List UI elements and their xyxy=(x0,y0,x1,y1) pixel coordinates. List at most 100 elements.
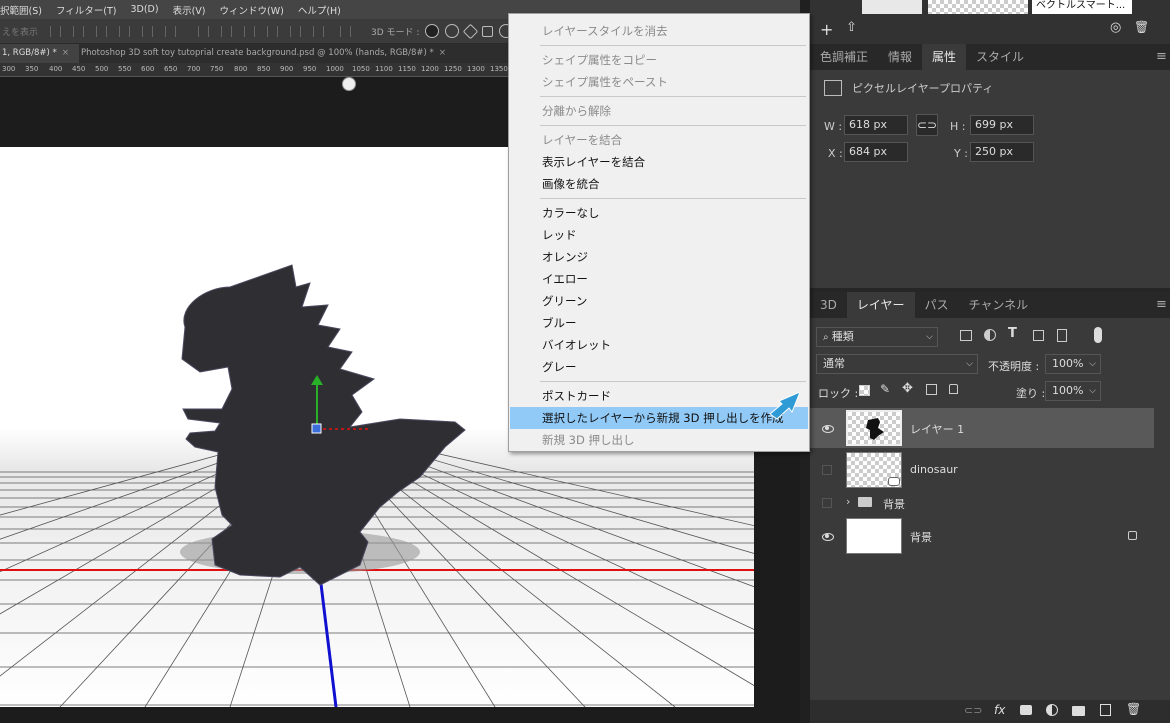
layer-name[interactable]: 背景 xyxy=(883,496,905,512)
lock-move-icon[interactable]: ✥ xyxy=(902,381,913,396)
distribute-center-icon[interactable] xyxy=(290,25,302,37)
menu-window[interactable]: ウィンドウ(W) xyxy=(220,3,284,17)
roll-3d-icon[interactable] xyxy=(445,24,460,38)
trash-icon[interactable]: 🗑 xyxy=(1126,702,1141,716)
filter-shape-icon[interactable] xyxy=(1033,330,1044,341)
layer-row[interactable]: dinosaur xyxy=(810,450,1154,490)
visibility-checkbox[interactable] xyxy=(822,498,832,508)
lock-all-icon[interactable] xyxy=(949,384,958,394)
new-layer-icon[interactable] xyxy=(1100,704,1111,716)
opacity-field[interactable]: 100% ⌵ xyxy=(1045,354,1101,374)
distribute-top-icon[interactable] xyxy=(198,25,210,37)
tab-layers[interactable]: レイヤー xyxy=(846,292,915,318)
filter-toggle[interactable] xyxy=(1094,327,1102,343)
slide-3d-icon[interactable] xyxy=(482,25,494,37)
close-icon[interactable]: × xyxy=(439,48,446,58)
blend-mode-select[interactable]: 通常 ⌵ xyxy=(816,354,978,374)
distribute-left-icon[interactable] xyxy=(267,25,279,37)
tab-3d[interactable]: 3D xyxy=(810,292,847,318)
new-group-icon[interactable] xyxy=(1072,706,1085,716)
align-left-icon[interactable] xyxy=(119,25,131,37)
layer-row-selected[interactable]: レイヤー 1 xyxy=(810,408,1154,448)
menu-item-clear-layer-style[interactable]: レイヤースタイルを消去 xyxy=(510,20,808,42)
menu-item-color-none[interactable]: カラーなし xyxy=(510,202,808,224)
menu-item-color-green[interactable]: グリーン xyxy=(510,290,808,312)
auto-align-icon[interactable] xyxy=(340,25,352,37)
menu-item-color-orange[interactable]: オレンジ xyxy=(510,246,808,268)
visibility-checkbox[interactable] xyxy=(822,465,832,475)
menu-3d[interactable]: 3D(D) xyxy=(130,4,158,15)
doc-tab-active[interactable]: 1, RGB/8#) * × xyxy=(0,44,79,63)
menu-select[interactable]: 択範囲(S) xyxy=(0,3,42,17)
align-middle-icon[interactable] xyxy=(73,25,85,37)
menu-item-color-gray[interactable]: グレー xyxy=(510,356,808,378)
align-bottom-icon[interactable] xyxy=(96,25,108,37)
close-icon[interactable]: × xyxy=(62,48,69,58)
layer-row[interactable]: 背景 xyxy=(810,516,1154,556)
menu-item-postcard[interactable]: ポストカード xyxy=(510,385,808,407)
tab-paths[interactable]: パス xyxy=(915,292,959,318)
x-field[interactable]: 684 px xyxy=(844,142,908,162)
distribute-right-icon[interactable] xyxy=(313,25,325,37)
menu-item-flatten-image[interactable]: 画像を統合 xyxy=(510,173,808,195)
tab-adjustments[interactable]: 色調補正 xyxy=(810,44,878,70)
align-center-icon[interactable] xyxy=(142,25,154,37)
layer-filter-select[interactable]: ⌕ 種類 ⌵ xyxy=(816,327,938,347)
tab-channels[interactable]: チャンネル xyxy=(959,292,1039,318)
creative-cloud-icon[interactable]: ◎ xyxy=(1110,20,1121,35)
library-thumb[interactable] xyxy=(862,0,922,14)
fill-field[interactable]: 100% ⌵ xyxy=(1045,381,1101,401)
adjustment-layer-icon[interactable] xyxy=(1046,704,1058,716)
menu-item-new-3d-extrusion-from-layer[interactable]: 選択したレイヤーから新規 3D 押し出しを作成 xyxy=(510,407,808,429)
y-field[interactable]: 250 px xyxy=(970,142,1034,162)
lock-brush-icon[interactable]: ✎ xyxy=(880,382,890,396)
eye-icon[interactable] xyxy=(822,533,834,541)
layer-name[interactable]: dinosaur xyxy=(910,463,958,476)
eye-icon[interactable] xyxy=(822,425,834,433)
align-top-icon[interactable] xyxy=(50,25,62,37)
filter-type-icon[interactable]: T xyxy=(1008,326,1017,341)
menu-item-color-yellow[interactable]: イエロー xyxy=(510,268,808,290)
menu-item-new-3d-extrusion[interactable]: 新規 3D 押し出し xyxy=(510,429,808,451)
distribute-bottom-icon[interactable] xyxy=(244,25,256,37)
width-field[interactable]: 618 px xyxy=(844,115,908,135)
library-thumb-vector[interactable]: ベクトルスマート... xyxy=(1032,0,1132,14)
height-field[interactable]: 699 px xyxy=(970,115,1034,135)
menu-item-paste-shape-attrs[interactable]: シェイプ属性をペースト xyxy=(510,71,808,93)
tab-styles[interactable]: スタイル xyxy=(966,44,1034,70)
show-transform-label[interactable]: えを表示 xyxy=(2,25,38,38)
lock-artboard-icon[interactable] xyxy=(926,384,937,395)
menu-help[interactable]: ヘルプ(H) xyxy=(298,3,341,17)
filter-pixel-icon[interactable] xyxy=(960,330,972,341)
menu-view[interactable]: 表示(V) xyxy=(173,3,206,17)
lock-transparency-icon[interactable] xyxy=(859,385,870,396)
menu-item-color-red[interactable]: レッド xyxy=(510,224,808,246)
upload-icon[interactable]: ⇧ xyxy=(846,20,857,35)
distribute-middle-icon[interactable] xyxy=(221,25,233,37)
menu-item-color-blue[interactable]: ブルー xyxy=(510,312,808,334)
fx-icon[interactable]: fx xyxy=(994,703,1005,717)
layer-name[interactable]: レイヤー 1 xyxy=(910,421,964,437)
panel-menu-icon[interactable]: ≡ xyxy=(1156,50,1167,63)
tab-properties[interactable]: 属性 xyxy=(922,44,967,70)
camera-widget-icon[interactable] xyxy=(342,77,356,91)
menu-item-color-violet[interactable]: バイオレット xyxy=(510,334,808,356)
filter-smart-object-icon[interactable] xyxy=(1057,329,1067,342)
doc-tab[interactable]: Photoshop 3D soft toy tutoprial create b… xyxy=(79,44,456,63)
layer-name[interactable]: 背景 xyxy=(910,529,932,545)
library-thumb[interactable] xyxy=(928,0,1028,14)
pan-3d-icon[interactable] xyxy=(463,23,479,39)
orbit-3d-icon[interactable] xyxy=(425,24,440,38)
layer-group-row[interactable]: › 背景 xyxy=(810,492,1154,514)
filter-adjustment-icon[interactable] xyxy=(984,329,996,341)
link-layers-icon[interactable]: ⊂⊃ xyxy=(964,704,982,717)
menu-item-merge-layers[interactable]: レイヤーを結合 xyxy=(510,129,808,151)
link-dimensions-icon[interactable]: ⊂⊃ xyxy=(916,114,938,136)
panel-menu-icon[interactable]: ≡ xyxy=(1156,298,1167,311)
tab-info[interactable]: 情報 xyxy=(878,44,922,70)
trash-icon[interactable]: 🗑 xyxy=(1134,20,1149,34)
menu-item-copy-shape-attrs[interactable]: シェイプ属性をコピー xyxy=(510,49,808,71)
menu-item-merge-visible[interactable]: 表示レイヤーを結合 xyxy=(510,151,808,173)
add-icon[interactable]: + xyxy=(820,20,833,39)
add-mask-icon[interactable] xyxy=(1020,705,1032,715)
